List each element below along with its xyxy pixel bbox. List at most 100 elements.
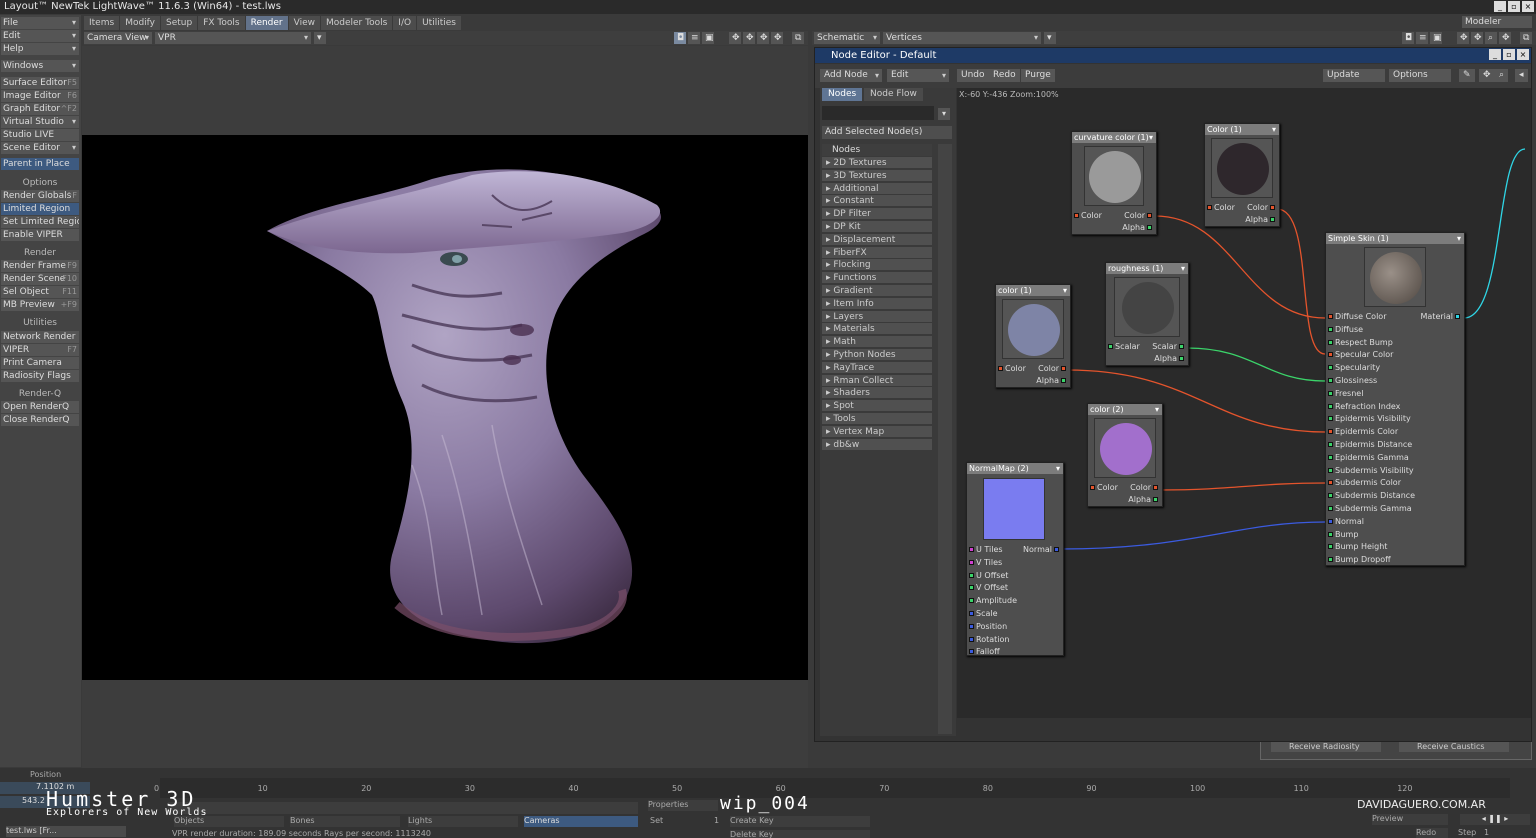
- tab-fx-tools[interactable]: FX Tools: [198, 16, 245, 30]
- tab-render[interactable]: Render: [245, 16, 288, 30]
- mb-preview-button[interactable]: MB Preview +F9: [1, 299, 79, 311]
- schematic-rotate-icon[interactable]: ✥: [1471, 32, 1483, 44]
- move-view-icon[interactable]: ✥: [729, 32, 741, 44]
- output-port[interactable]: Alpha: [1128, 494, 1160, 505]
- input-port[interactable]: Color: [998, 363, 1026, 374]
- node-simple-skin[interactable]: Simple Skin (1) Material Diffuse ColorDi…: [1325, 232, 1465, 566]
- schematic-camera-icon[interactable]: ◘: [1402, 32, 1414, 44]
- input-port[interactable]: Bump Dropoff: [1328, 554, 1391, 565]
- output-port[interactable]: Color: [1247, 202, 1277, 213]
- input-port[interactable]: Amplitude: [969, 595, 1017, 606]
- input-port[interactable]: Subdermis Gamma: [1328, 503, 1412, 514]
- node-normalmap[interactable]: NormalMap (2) Normal U TilesV TilesU Off…: [966, 462, 1064, 656]
- schematic-pan-icon[interactable]: ✥: [1499, 32, 1511, 44]
- sel-object-button[interactable]: Sel Object F11: [1, 286, 79, 298]
- step-value[interactable]: 1: [1484, 828, 1489, 837]
- viewport-options-icon[interactable]: ▾: [314, 32, 326, 44]
- restore-icon[interactable]: ▫: [1508, 1, 1520, 12]
- maximize-viewport-icon[interactable]: ⧉: [792, 32, 804, 44]
- render-viewport[interactable]: [82, 135, 808, 680]
- input-port[interactable]: Fresnel: [1328, 388, 1363, 399]
- input-port[interactable]: Diffuse: [1328, 324, 1363, 335]
- input-port[interactable]: U Tiles: [969, 544, 1003, 555]
- tab-view[interactable]: View: [288, 16, 320, 30]
- input-port[interactable]: Respect Bump: [1328, 337, 1393, 348]
- cameras-button[interactable]: Cameras: [524, 816, 638, 827]
- file-menu[interactable]: File: [1, 17, 79, 29]
- create-key-button[interactable]: Create Key: [730, 816, 870, 827]
- schematic-view-select[interactable]: Schematic: [814, 32, 880, 44]
- input-port[interactable]: Falloff: [969, 646, 1000, 657]
- virtual-studio-button[interactable]: Virtual Studio: [1, 116, 79, 128]
- input-port[interactable]: Epidermis Distance: [1328, 439, 1412, 450]
- preview-select[interactable]: Preview: [1372, 814, 1448, 825]
- delete-key-button[interactable]: Delete Key: [730, 830, 870, 838]
- pan-view-icon[interactable]: ✥: [771, 32, 783, 44]
- schematic-move-icon[interactable]: ✥: [1457, 32, 1469, 44]
- zoom-view-icon[interactable]: ✥: [757, 32, 769, 44]
- output-port[interactable]: Normal: [1023, 544, 1061, 555]
- output-port[interactable]: Color: [1130, 482, 1160, 493]
- input-port[interactable]: Epidermis Visibility: [1328, 413, 1411, 424]
- receive-radiosity-checkbox[interactable]: Receive Radiosity: [1271, 742, 1381, 752]
- minimize-icon[interactable]: _: [1494, 1, 1506, 12]
- camera-icon[interactable]: ◘: [674, 32, 686, 44]
- image-editor-button[interactable]: Image Editor F6: [1, 90, 79, 102]
- input-port[interactable]: Scalar: [1108, 341, 1140, 352]
- list-icon[interactable]: ≡: [688, 32, 700, 44]
- output-port[interactable]: Material: [1421, 311, 1463, 322]
- input-port[interactable]: Bump Height: [1328, 541, 1387, 552]
- studio-live-button[interactable]: Studio LIVE: [1, 129, 79, 141]
- output-port[interactable]: Color: [1038, 363, 1068, 374]
- input-port[interactable]: Bump: [1328, 529, 1358, 540]
- tab-setup[interactable]: Setup: [161, 16, 198, 30]
- graph-editor-button[interactable]: Graph Editor ^F2: [1, 103, 79, 115]
- input-port[interactable]: Refraction Index: [1328, 401, 1400, 412]
- parent-in-place-button[interactable]: Parent in Place: [1, 158, 79, 170]
- schematic-save-icon[interactable]: ▣: [1430, 32, 1442, 44]
- surface-editor-button[interactable]: Surface Editor F5: [1, 77, 79, 89]
- schematic-maximize-icon[interactable]: ⧉: [1520, 32, 1532, 44]
- tab-modeler-tools[interactable]: Modeler Tools: [321, 16, 393, 30]
- input-port[interactable]: Epidermis Gamma: [1328, 452, 1409, 463]
- tab-io[interactable]: I/O: [393, 16, 417, 30]
- input-port[interactable]: Subdermis Color: [1328, 477, 1401, 488]
- properties-button[interactable]: Properties: [648, 800, 718, 811]
- tab-items[interactable]: Items: [84, 16, 120, 30]
- windows-menu[interactable]: Windows: [1, 60, 79, 72]
- schematic-list-icon[interactable]: ≡: [1416, 32, 1428, 44]
- taskbar-item[interactable]: test.lws [Fr...: [6, 826, 126, 837]
- node-color-1[interactable]: Color (1) Color Color Alpha: [1204, 123, 1280, 227]
- schematic-zoom-icon[interactable]: ⌕: [1485, 32, 1497, 44]
- input-port[interactable]: Scale: [969, 608, 998, 619]
- input-port[interactable]: Specularity: [1328, 362, 1380, 373]
- input-port[interactable]: Specular Color: [1328, 349, 1393, 360]
- input-port[interactable]: Position: [969, 621, 1007, 632]
- close-icon[interactable]: ×: [1522, 1, 1534, 12]
- network-render-button[interactable]: Network Render: [1, 331, 79, 343]
- tab-utilities[interactable]: Utilities: [417, 16, 461, 30]
- input-port[interactable]: Glossiness: [1328, 375, 1377, 386]
- render-globals-button[interactable]: Render Globals ^F: [1, 190, 79, 202]
- redo-timeline-button[interactable]: Redo: [1416, 828, 1448, 838]
- render-mode-select[interactable]: VPR: [155, 32, 311, 44]
- input-port[interactable]: Diffuse Color: [1328, 311, 1386, 322]
- set-limited-region-button[interactable]: Set Limited Region: [1, 216, 79, 228]
- tab-modify[interactable]: Modify: [120, 16, 161, 30]
- node-color-lower-1[interactable]: color (1) Color Color Alpha: [995, 284, 1071, 388]
- input-port[interactable]: Color: [1090, 482, 1118, 493]
- open-renderq-button[interactable]: Open RenderQ: [1, 401, 79, 413]
- close-renderq-button[interactable]: Close RenderQ: [1, 414, 79, 426]
- output-port[interactable]: Alpha: [1154, 353, 1186, 364]
- play-controls[interactable]: ◂ ❚❚ ▸: [1460, 814, 1530, 825]
- output-port[interactable]: Scalar: [1152, 341, 1186, 352]
- set-value[interactable]: 1: [714, 816, 719, 825]
- vertices-mode-select[interactable]: Vertices: [883, 32, 1041, 44]
- receive-caustics-checkbox[interactable]: Receive Caustics: [1399, 742, 1509, 752]
- modeler-button[interactable]: Modeler: [1462, 16, 1532, 28]
- output-port[interactable]: Alpha: [1122, 222, 1154, 233]
- input-port[interactable]: V Tiles: [969, 557, 1002, 568]
- input-port[interactable]: Color: [1207, 202, 1235, 213]
- enable-viper-button[interactable]: Enable VIPER: [1, 229, 79, 241]
- input-port[interactable]: Rotation: [969, 634, 1009, 645]
